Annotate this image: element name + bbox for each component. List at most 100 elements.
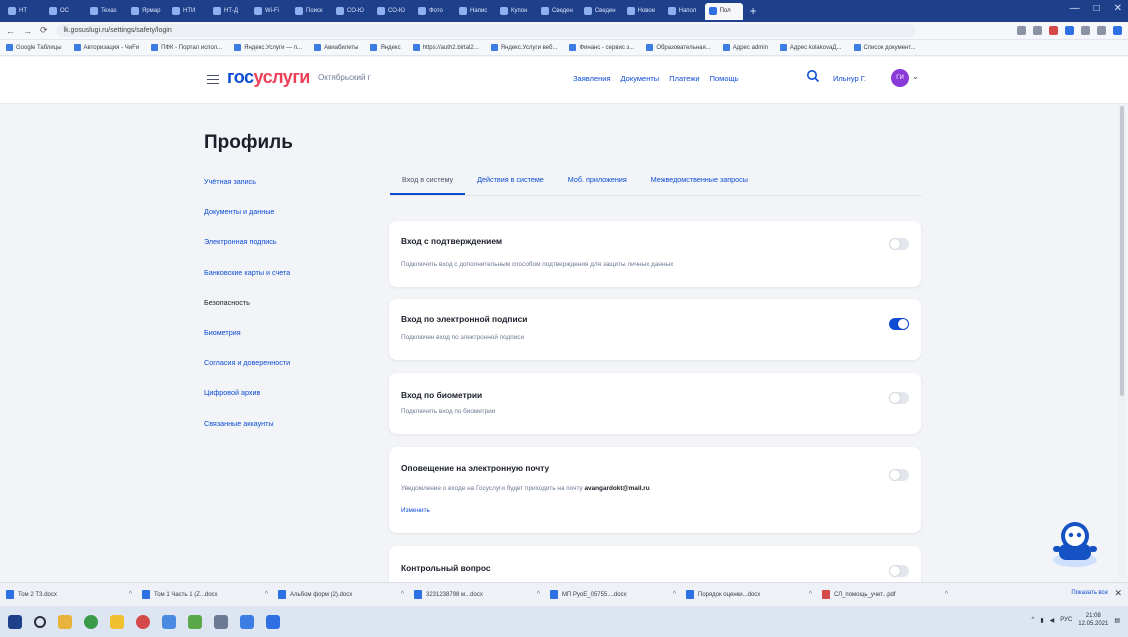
browser-tab[interactable]: СО-Ю	[373, 3, 411, 20]
sidebar-item-linked-accounts[interactable]: Связанные аккаунты	[204, 418, 354, 448]
browser-tab[interactable]: Напол	[664, 3, 702, 20]
bookmark[interactable]: Яндекс.Услуги — п...	[234, 44, 302, 51]
download-item[interactable]: СЛ_помощь_учет...pdf ^	[822, 590, 958, 599]
change-email-link[interactable]: Изменить	[401, 507, 430, 514]
volume-icon[interactable]: ◀	[1050, 617, 1055, 624]
app-icon[interactable]	[240, 614, 254, 629]
bookmark[interactable]: Финанс - сервис з...	[569, 44, 634, 51]
start-icon[interactable]	[8, 614, 22, 629]
nav-documents[interactable]: Документы	[621, 74, 660, 83]
bookmark[interactable]: Адрес kolakovaД...	[779, 44, 842, 51]
bookmark[interactable]: ПФК - Портал испол...	[151, 44, 222, 51]
search-icon[interactable]	[34, 615, 46, 628]
sidebar-item-biometrics[interactable]: Биометрия	[204, 327, 354, 357]
sidebar-item-consents[interactable]: Согласия и доверенности	[204, 357, 354, 387]
bookmark[interactable]: Авторизация - ЧиFи	[73, 44, 139, 51]
sidebar-item-security[interactable]: Безопасность	[204, 297, 354, 327]
browser-tab-active[interactable]: Пол	[704, 2, 743, 20]
extension-icon[interactable]	[1081, 26, 1090, 35]
browser-tab[interactable]: НТ-Д	[209, 3, 247, 20]
assistant-robot-icon[interactable]	[1047, 514, 1103, 570]
page-scrollbar[interactable]	[1118, 104, 1126, 579]
close-icon[interactable]: ✕	[1114, 588, 1122, 599]
forward-icon[interactable]: →	[23, 26, 32, 36]
sidebar-item-esign[interactable]: Электронная подпись	[204, 236, 354, 266]
back-icon[interactable]: ←	[6, 26, 15, 36]
search-icon[interactable]	[806, 69, 820, 83]
show-all-downloads[interactable]: Показать все	[1071, 590, 1108, 596]
download-item[interactable]: Том 2 ТЗ.docx ^	[6, 590, 142, 599]
download-item[interactable]: 3231238798 м...docx ^	[414, 590, 550, 599]
browser-tab[interactable]: Купон	[496, 3, 534, 20]
browser-tab[interactable]: НТ	[4, 3, 42, 20]
avatar[interactable]: ГИ	[891, 69, 909, 87]
browser-tab[interactable]: Wi-Fi	[250, 3, 288, 20]
browser-tab[interactable]: Фото	[414, 3, 452, 20]
sidebar-item-digital-archive[interactable]: Цифровой архив	[204, 387, 354, 417]
bookmark[interactable]: Образовательная...	[646, 44, 711, 51]
nav-payments[interactable]: Платежи	[669, 74, 699, 83]
user-name[interactable]: Ильнур Г.	[833, 74, 866, 83]
tab-actions[interactable]: Действия в системе	[465, 165, 556, 195]
file-explorer-icon[interactable]	[58, 614, 72, 629]
browser-tab[interactable]: Новое	[623, 3, 661, 20]
star-icon[interactable]	[1033, 26, 1042, 35]
yandex-icon[interactable]	[110, 614, 124, 629]
security-question-toggle[interactable]	[889, 565, 909, 577]
extension-icon[interactable]	[1049, 26, 1058, 35]
browser-tab[interactable]: Сведен	[580, 3, 620, 20]
url-input[interactable]: lk.gosuslugi.ru/settings/safety/login	[55, 24, 916, 37]
chrome-icon[interactable]	[84, 614, 98, 629]
browser-tab[interactable]: Сведен	[537, 3, 577, 20]
bookmark[interactable]: Google Таблицы	[6, 44, 62, 51]
browser-tab[interactable]: Поиск	[291, 3, 329, 20]
confirm-login-toggle[interactable]	[889, 238, 909, 250]
browser-tab[interactable]: Texas	[86, 3, 124, 20]
browser-tab[interactable]: Напис	[455, 3, 493, 20]
bookmark[interactable]: Список документ...	[853, 44, 915, 51]
chevron-down-icon[interactable]: ⌄	[912, 72, 919, 81]
extension-icon[interactable]	[1017, 26, 1026, 35]
bookmark[interactable]: Яндекс.Услуги веб...	[490, 44, 557, 51]
maximize-icon[interactable]: □	[1094, 3, 1100, 14]
bookmark[interactable]: Яндекс	[370, 44, 401, 51]
sidebar-item-bank-cards[interactable]: Банковские карты и счета	[204, 267, 354, 297]
sidebar-item-account[interactable]: Учётная запись	[204, 176, 354, 206]
tab-login[interactable]: Вход в систему	[390, 165, 466, 195]
biometric-login-toggle[interactable]	[889, 392, 909, 404]
gosuslugi-logo[interactable]: госуслуги	[227, 67, 310, 88]
network-icon[interactable]: ▮	[1040, 617, 1043, 624]
close-icon[interactable]: ✕	[1114, 3, 1122, 14]
nav-help[interactable]: Помощь	[710, 74, 739, 83]
download-item[interactable]: МП РуоЕ_05755....docx ^	[550, 590, 686, 599]
download-item[interactable]: Порядок оценки...docx ^	[686, 590, 822, 599]
app-icon[interactable]	[188, 614, 202, 629]
bookmark[interactable]: Адрес admin	[722, 44, 768, 51]
browser-tab[interactable]: Ярмар	[127, 3, 165, 20]
browser-tab[interactable]: НТИ	[168, 3, 206, 20]
app-icon[interactable]	[162, 614, 176, 629]
browser-tab[interactable]: СО-Ю	[332, 3, 370, 20]
app-icon[interactable]	[266, 614, 280, 629]
language-indicator[interactable]: РУС	[1060, 617, 1072, 623]
extension-icon[interactable]	[1097, 26, 1106, 35]
esign-login-toggle[interactable]	[889, 318, 909, 330]
profile-icon[interactable]	[1113, 26, 1122, 35]
notifications-icon[interactable]: ▤	[1114, 617, 1120, 624]
download-item[interactable]: Альбом форм (2).docx ^	[278, 590, 414, 599]
clock[interactable]: 21:08 12.05.2021	[1078, 612, 1108, 628]
email-notify-toggle[interactable]	[889, 469, 909, 481]
tab-interagency-requests[interactable]: Межведомственные запросы	[639, 165, 760, 195]
menu-icon[interactable]	[207, 72, 219, 87]
download-item[interactable]: Том 1 Часть 1 (Z...docx ^	[142, 590, 278, 599]
bookmark[interactable]: Авиабилеты	[314, 44, 358, 51]
extension-icon[interactable]	[1065, 26, 1074, 35]
new-tab-icon[interactable]: +	[750, 4, 757, 18]
app-icon[interactable]	[214, 614, 228, 629]
sidebar-item-documents[interactable]: Документы и данные	[204, 206, 354, 236]
reload-icon[interactable]: ⟳	[40, 25, 48, 36]
tab-mobile-apps[interactable]: Моб. приложения	[556, 165, 639, 195]
opera-icon[interactable]	[136, 614, 150, 629]
minimize-icon[interactable]: —	[1070, 3, 1080, 14]
location-selector[interactable]: Октябрьский г	[318, 73, 371, 82]
